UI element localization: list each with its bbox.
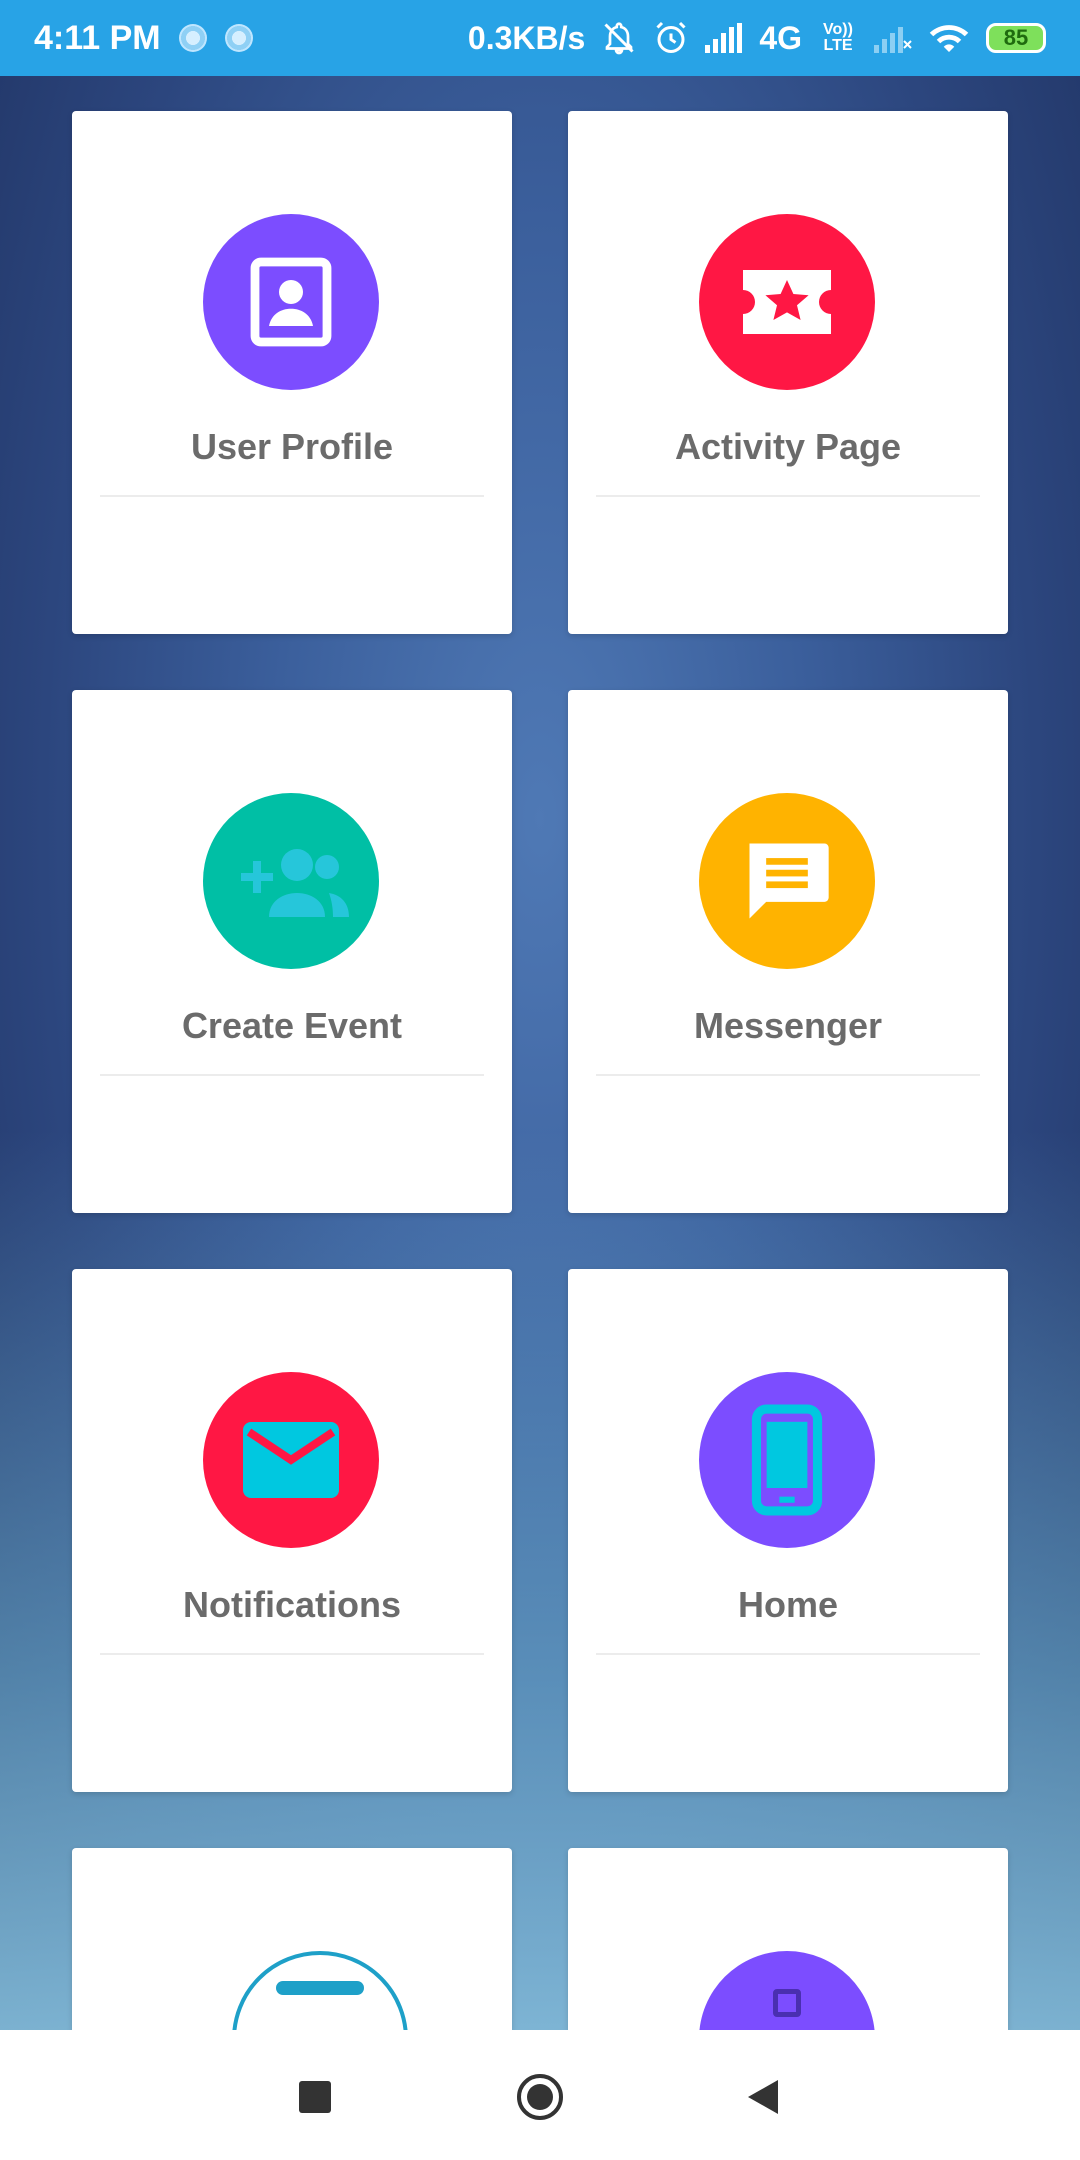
notifications-off-icon — [601, 20, 637, 56]
dashboard-grid: User Profile Activity Page Create Event — [0, 76, 1080, 2030]
network-type: 4G — [759, 19, 802, 56]
group-add-icon — [203, 793, 379, 969]
divider — [100, 1074, 484, 1076]
mail-icon — [203, 1372, 379, 1548]
navigation-bar — [0, 2030, 1080, 2160]
device-card[interactable] — [568, 1848, 1008, 2030]
home-card[interactable]: Home — [568, 1269, 1008, 1792]
messenger-card[interactable]: Messenger — [568, 690, 1008, 1213]
contact-card-icon — [203, 214, 379, 390]
device-icon — [699, 1951, 875, 2030]
back-triangle-icon — [748, 2080, 778, 2114]
battery-icon: 85 — [986, 23, 1046, 53]
settings-card[interactable] — [72, 1848, 512, 2030]
recents-button[interactable] — [290, 2072, 340, 2122]
message-icon — [699, 793, 875, 969]
status-bar: 4:11 PM 0.3KB/s 4G Vo)) LTE 85 — [0, 0, 1080, 76]
user-profile-label: User Profile — [190, 426, 394, 467]
signal-empty-icon — [874, 23, 912, 53]
settings-icon — [232, 1951, 408, 2030]
alarm-icon — [653, 20, 689, 56]
signal-icon — [705, 23, 743, 53]
phone-icon — [699, 1372, 875, 1548]
user-profile-card[interactable]: User Profile — [72, 111, 512, 634]
divider — [100, 1653, 484, 1655]
activity-page-card[interactable]: Activity Page — [568, 111, 1008, 634]
divider — [596, 495, 980, 497]
divider — [596, 1653, 980, 1655]
divider — [100, 495, 484, 497]
spinner-icon — [178, 24, 207, 52]
back-button[interactable] — [738, 2072, 788, 2122]
square-icon — [299, 2081, 331, 2113]
ticket-star-icon — [699, 214, 875, 390]
status-time: 4:11 PM — [34, 18, 161, 57]
notifications-card[interactable]: Notifications — [72, 1269, 512, 1792]
wifi-icon — [928, 22, 970, 54]
circle-icon — [517, 2074, 563, 2120]
activity-page-label: Activity Page — [674, 426, 902, 467]
messenger-label: Messenger — [693, 1005, 883, 1046]
volte-label: Vo)) LTE — [823, 21, 853, 54]
notifications-label: Notifications — [182, 1584, 401, 1625]
home-button[interactable] — [515, 2072, 565, 2122]
create-event-label: Create Event — [181, 1005, 403, 1046]
network-speed: 0.3KB/s — [467, 19, 586, 56]
spinner-icon — [224, 24, 253, 52]
divider — [596, 1074, 980, 1076]
home-label: Home — [737, 1584, 839, 1625]
create-event-card[interactable]: Create Event — [72, 690, 512, 1213]
status-right: 0.3KB/s 4G Vo)) LTE 85 — [468, 20, 1046, 57]
